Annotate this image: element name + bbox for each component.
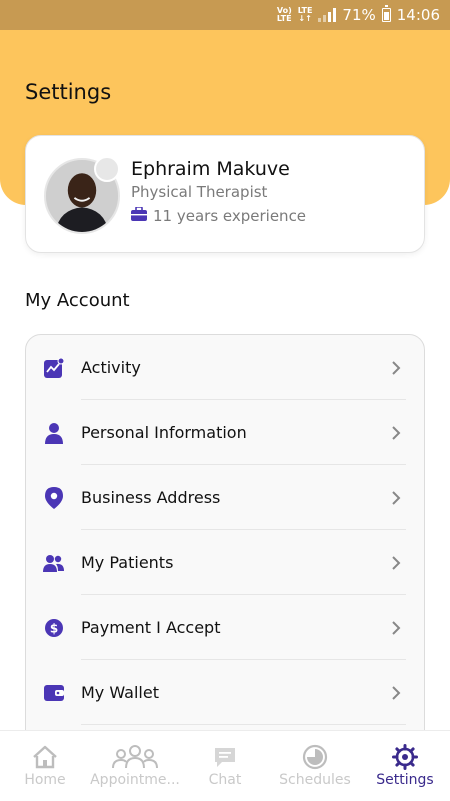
section-title-my-account: My Account [25,290,130,311]
menu-label: Payment I Accept [81,618,221,637]
home-icon [32,743,58,771]
schedules-icon [302,743,328,771]
chevron-right-icon [392,360,401,375]
nav-item-chat[interactable]: Chat [180,731,270,801]
briefcase-icon [131,206,147,225]
battery-percent: 71% [342,6,376,24]
profile-role: Physical Therapist [131,183,268,201]
menu-label: Business Address [81,488,221,507]
signal-icon [318,8,337,22]
bottom-navigation: Home Appointme... Chat Schedules Setting… [0,730,450,800]
experience-text: 11 years experience [153,207,307,225]
menu-label: My Wallet [81,683,159,702]
chevron-right-icon [392,685,401,700]
clock: 14:06 [396,6,440,24]
chevron-right-icon [392,490,401,505]
volte-indicator: Vo) LTE [276,6,292,23]
dollar-coin-icon: $ [43,617,65,639]
wallet-icon [43,682,65,704]
menu-item-my-patients[interactable]: My Patients [26,530,424,595]
menu-item-my-wallet[interactable]: My Wallet [26,660,424,725]
lte-indicator: LTE ↓↑ [297,6,313,23]
nav-item-settings[interactable]: Settings [360,731,450,801]
nav-item-schedules[interactable]: Schedules [270,731,360,801]
people-group-icon [111,743,159,771]
chevron-right-icon [392,555,401,570]
activity-chart-icon [43,357,65,379]
profile-experience: 11 years experience [131,206,307,225]
chevron-right-icon [392,620,401,635]
menu-item-activity[interactable]: Activity [26,335,424,400]
svg-text:$: $ [50,621,58,635]
my-account-list: Activity Personal Information Business A… [25,334,425,764]
patients-icon [43,552,65,574]
nav-label: Appointme... [90,772,180,788]
menu-item-payment-i-accept[interactable]: $ Payment I Accept [26,595,424,660]
divider [81,724,406,725]
battery-icon [381,5,391,22]
menu-item-personal-information[interactable]: Personal Information [26,400,424,465]
status-bar: Vo) LTE LTE ↓↑ 71% 14:06 [0,0,450,30]
nav-label: Home [24,772,66,788]
nav-item-home[interactable]: Home [0,731,90,801]
profile-name: Ephraim Makuve [131,158,290,180]
profile-card[interactable]: Ephraim Makuve Physical Therapist 11 yea… [25,135,425,253]
menu-label: Personal Information [81,423,247,442]
person-icon [43,422,65,444]
menu-item-business-address[interactable]: Business Address [26,465,424,530]
menu-label: Activity [81,358,141,377]
chevron-right-icon [392,425,401,440]
menu-label: My Patients [81,553,174,572]
location-pin-icon [43,486,65,509]
page-title: Settings [25,80,112,104]
chat-icon [213,743,237,771]
status-dot [94,156,120,182]
nav-item-appointments[interactable]: Appointme... [90,731,180,801]
nav-label: Schedules [279,772,351,788]
nav-label: Chat [208,772,242,788]
nav-label: Settings [376,772,434,788]
gear-icon [392,743,418,771]
